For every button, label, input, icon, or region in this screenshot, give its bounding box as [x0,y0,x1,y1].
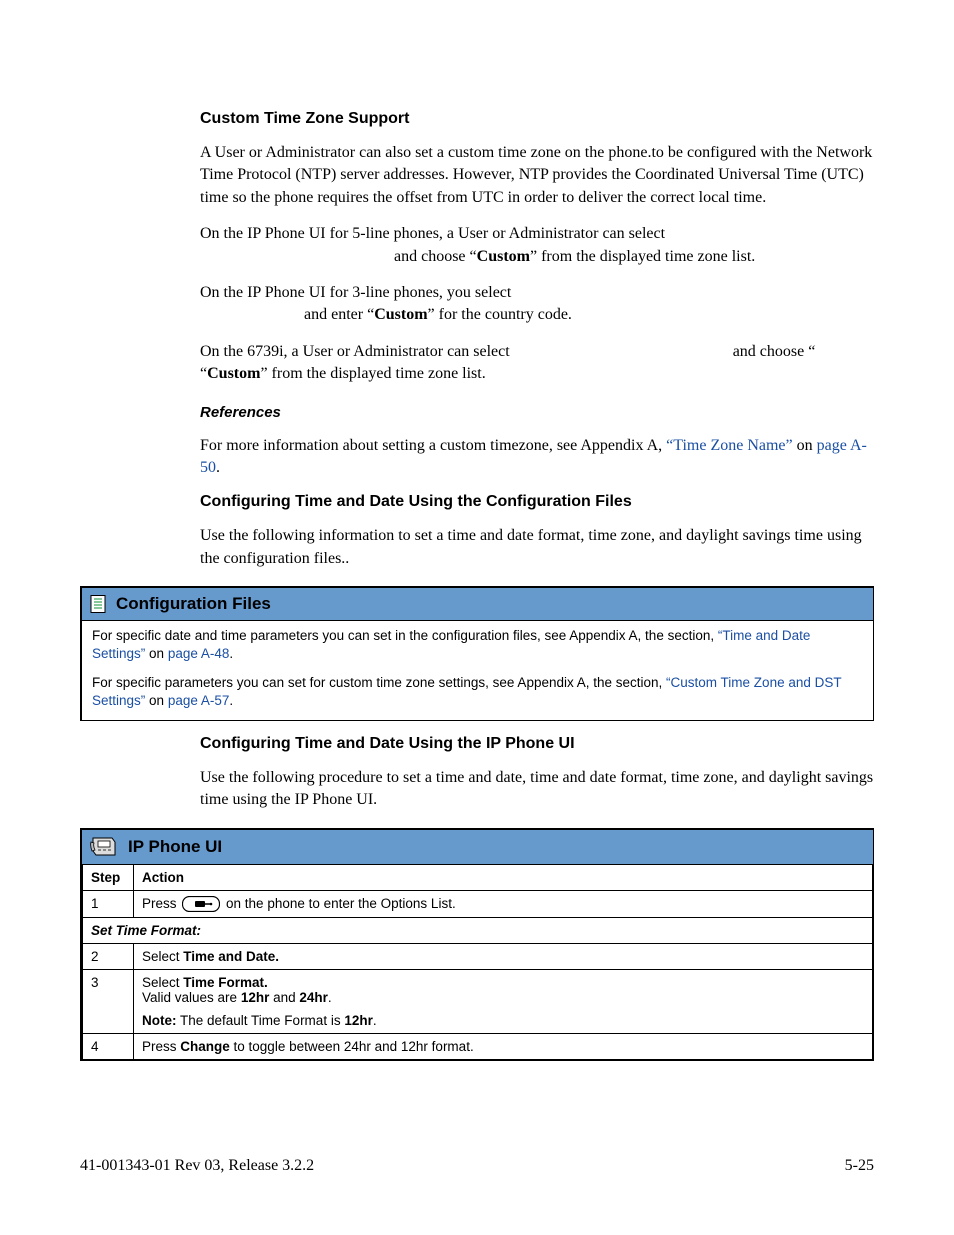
text: . [229,646,233,661]
step-action: Press Change to toggle between 24hr and … [134,1034,873,1060]
text: to toggle between 24hr and 12hr format. [230,1039,474,1054]
text: ” for the country code. [428,306,572,323]
heading-config-files: Configuring Time and Date Using the Conf… [200,493,874,511]
configuration-files-box: Configuration Files For specific date an… [80,586,874,721]
text-bold: 24hr [299,990,328,1005]
text: For specific parameters you can set for … [92,675,666,690]
table-section-row: Set Time Format: [83,918,873,944]
step-number: 4 [83,1034,134,1060]
col-action: Action [134,864,873,890]
text: and [269,990,299,1005]
table-row: 3 Select Time Format. Valid values are 1… [83,970,873,1034]
text: The default Time Format is [177,1013,345,1028]
heading-custom-tz: Custom Time Zone Support [200,110,874,128]
box-header: Configuration Files [82,588,873,621]
table-row: 1 Press on the phone to enter the Option… [83,890,873,917]
text-bold: Change [180,1039,230,1054]
heading-ipphone-ui: Configuring Time and Date Using the IP P… [200,735,874,753]
step-number: 1 [83,890,134,917]
text: On the IP Phone UI for 3-line phones, yo… [200,284,511,301]
text: on the phone to enter the Options List. [226,896,456,911]
box-title: Configuration Files [116,594,271,614]
page-footer: 41-001343-01 Rev 03, Release 3.2.2 5-25 [80,1157,874,1175]
table-header-row: Step Action [83,864,873,890]
body-text: On the IP Phone UI for 5-line phones, a … [200,223,874,268]
link-timezone-name[interactable]: “Time Zone Name” [666,437,792,454]
text: and choose “ [394,248,477,265]
text: on [793,437,817,454]
text: On the 6739i, a User or Administrator ca… [200,343,514,360]
text: . [229,693,233,708]
step-action: Press on the phone to enter the Options … [134,890,873,917]
text: For specific date and time parameters yo… [92,628,718,643]
text-bold: Custom [477,248,530,265]
text: Select [142,975,183,990]
box-body: For specific date and time parameters yo… [82,621,873,720]
table-row: 2 Select Time and Date. [83,944,873,970]
text: ” from the displayed time zone list. [260,365,485,382]
heading-references: References [200,404,874,421]
link-page-a48[interactable]: page A-48 [168,646,230,661]
section-label: Set Time Format: [83,918,873,944]
text: . [373,1013,377,1028]
body-text: Use the following procedure to set a tim… [200,767,874,812]
text-bold: Custom [374,306,427,323]
step-number: 3 [83,970,134,1034]
body-text: Use the following information to set a t… [200,525,874,570]
text: Press [142,1039,180,1054]
text: On the IP Phone UI for 5-line phones, a … [200,225,665,242]
text: Select [142,949,183,964]
text-bold: Time Format. [183,975,268,990]
body-text: A User or Administrator can also set a c… [200,142,874,209]
step-action: Select Time Format. Valid values are 12h… [134,970,873,1034]
steps-table: Step Action 1 Press on the phone to ente… [82,864,873,1060]
text: Valid values are [142,990,241,1005]
box-header: IP Phone UI [82,830,873,864]
text: For more information about setting a cus… [200,437,666,454]
text-bold: Time and Date. [183,949,279,964]
footer-right: 5-25 [845,1157,874,1175]
text: . [216,459,220,476]
text: on [145,693,168,708]
link-page-a57[interactable]: page A-57 [168,693,230,708]
text: on [145,646,168,661]
note-label: Note: [142,1013,177,1028]
text-bold: Custom [207,365,260,382]
ip-phone-ui-box: IP Phone UI Step Action 1 Press on the p [80,828,874,1061]
step-number: 2 [83,944,134,970]
text: and enter “ [304,306,374,323]
text-bold: 12hr [241,990,270,1005]
table-row: 4 Press Change to toggle between 24hr an… [83,1034,873,1060]
body-text: On the 6739i, a User or Administrator ca… [200,341,874,386]
step-action: Select Time and Date. [134,944,873,970]
col-step: Step [83,864,134,890]
text: . [328,990,332,1005]
body-text: For more information about setting a cus… [200,435,874,480]
text: ” from the displayed time zone list. [530,248,755,265]
footer-left: 41-001343-01 Rev 03, Release 3.2.2 [80,1157,314,1175]
phone-icon [90,836,118,858]
document-icon [90,595,106,613]
body-text: On the IP Phone UI for 3-line phones, yo… [200,282,874,327]
options-key-icon [182,896,220,912]
text: and choose “ [733,343,816,360]
text: Press [142,896,180,911]
text-bold: 12hr [344,1013,373,1028]
box-title: IP Phone UI [128,837,222,857]
